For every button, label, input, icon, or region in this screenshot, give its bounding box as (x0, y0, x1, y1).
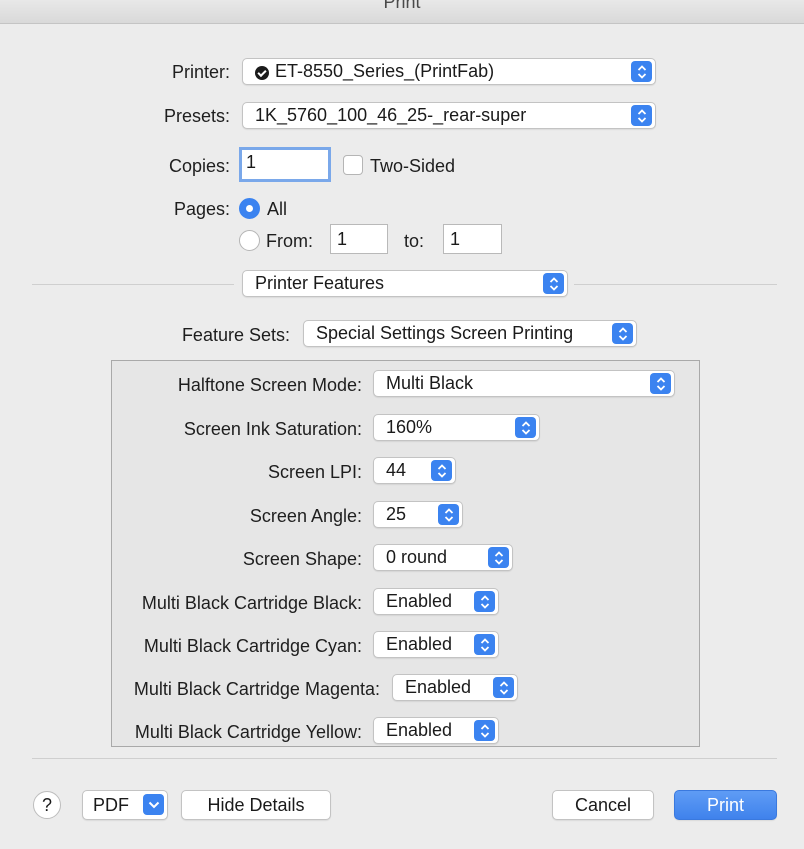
up-down-arrows-icon (474, 591, 495, 612)
printer-select[interactable]: ET-8550_Series_(PrintFab) (242, 58, 656, 85)
up-down-arrows-icon (431, 460, 452, 481)
title-bar: Print (0, 0, 804, 24)
pages-all-radio[interactable] (239, 198, 260, 219)
up-down-arrows-icon (631, 61, 652, 82)
up-down-arrows-icon (650, 373, 671, 394)
feature-sets-label: Feature Sets: (181, 325, 290, 345)
up-down-arrows-icon (543, 273, 564, 294)
cartridge-cyan-label: Multi Black Cartridge Cyan: (143, 636, 362, 656)
cartridge-magenta-label: Multi Black Cartridge Magenta: (133, 679, 380, 699)
chevron-down-icon (143, 794, 164, 815)
up-down-arrows-icon (438, 504, 459, 525)
screen-lpi-label: Screen LPI: (267, 462, 362, 482)
help-button[interactable]: ? (33, 791, 61, 819)
presets-select[interactable]: 1K_5760_100_46_25-_rear-super (242, 102, 656, 129)
pages-from-input[interactable]: 1 (330, 224, 388, 254)
cartridge-black-label: Multi Black Cartridge Black: (141, 593, 362, 613)
pages-label: Pages: (173, 199, 230, 219)
pages-all-label: All (267, 199, 288, 219)
presets-label: Presets: (163, 106, 230, 126)
up-down-arrows-icon (493, 677, 514, 698)
cancel-button[interactable]: Cancel (552, 790, 654, 820)
two-sided-label: Two-Sided (370, 156, 456, 176)
pages-to-input[interactable]: 1 (443, 224, 502, 254)
halftone-screen-mode-label: Halftone Screen Mode: (177, 375, 362, 395)
presets-value: 1K_5760_100_46_25-_rear-super (255, 105, 527, 125)
screen-shape-label: Screen Shape: (242, 549, 362, 569)
cartridge-yellow-select[interactable]: Enabled (373, 717, 499, 744)
screen-angle-label: Screen Angle: (249, 506, 362, 526)
separator-left (32, 284, 234, 285)
window-title: Print (383, 0, 421, 12)
up-down-arrows-icon (612, 323, 633, 344)
up-down-arrows-icon (474, 720, 495, 741)
pdf-label: PDF (93, 795, 129, 815)
screen-angle-select[interactable]: 25 (373, 501, 463, 528)
printer-value: ET-8550_Series_(PrintFab) (275, 61, 495, 81)
hide-details-button[interactable]: Hide Details (181, 790, 331, 820)
two-sided-checkbox[interactable] (343, 155, 363, 175)
cartridge-magenta-select[interactable]: Enabled (392, 674, 518, 701)
pages-to-label: to: (404, 231, 425, 251)
pdf-menu-button[interactable]: PDF (82, 790, 168, 820)
cartridge-cyan-select[interactable]: Enabled (373, 631, 499, 658)
copies-input[interactable]: 1 (239, 147, 331, 182)
feature-sets-value: Special Settings Screen Printing (316, 323, 574, 343)
up-down-arrows-icon (631, 105, 652, 126)
printer-label: Printer: (171, 62, 230, 82)
section-select[interactable]: Printer Features (242, 270, 568, 297)
up-down-arrows-icon (488, 547, 509, 568)
up-down-arrows-icon (474, 634, 495, 655)
cartridge-yellow-label: Multi Black Cartridge Yellow: (134, 722, 362, 742)
printer-status-icon (255, 65, 269, 80)
halftone-screen-mode-value: Multi Black (386, 373, 474, 393)
feature-sets-select[interactable]: Special Settings Screen Printing (303, 320, 637, 347)
screen-shape-select[interactable]: 0 round (373, 544, 513, 571)
cartridge-black-select[interactable]: Enabled (373, 588, 499, 615)
separator-right (574, 284, 777, 285)
pages-from-radio[interactable] (239, 230, 260, 251)
screen-lpi-select[interactable]: 44 (373, 457, 456, 484)
footer-separator (32, 758, 777, 759)
section-value: Printer Features (255, 273, 385, 293)
copies-label: Copies: (168, 156, 230, 176)
halftone-screen-mode-select[interactable]: Multi Black (373, 370, 675, 397)
print-button[interactable]: Print (674, 790, 777, 820)
screen-ink-saturation-select[interactable]: 160% (373, 414, 540, 441)
screen-ink-saturation-label: Screen Ink Saturation: (183, 419, 362, 439)
pages-from-label: From: (266, 231, 313, 251)
up-down-arrows-icon (515, 417, 536, 438)
